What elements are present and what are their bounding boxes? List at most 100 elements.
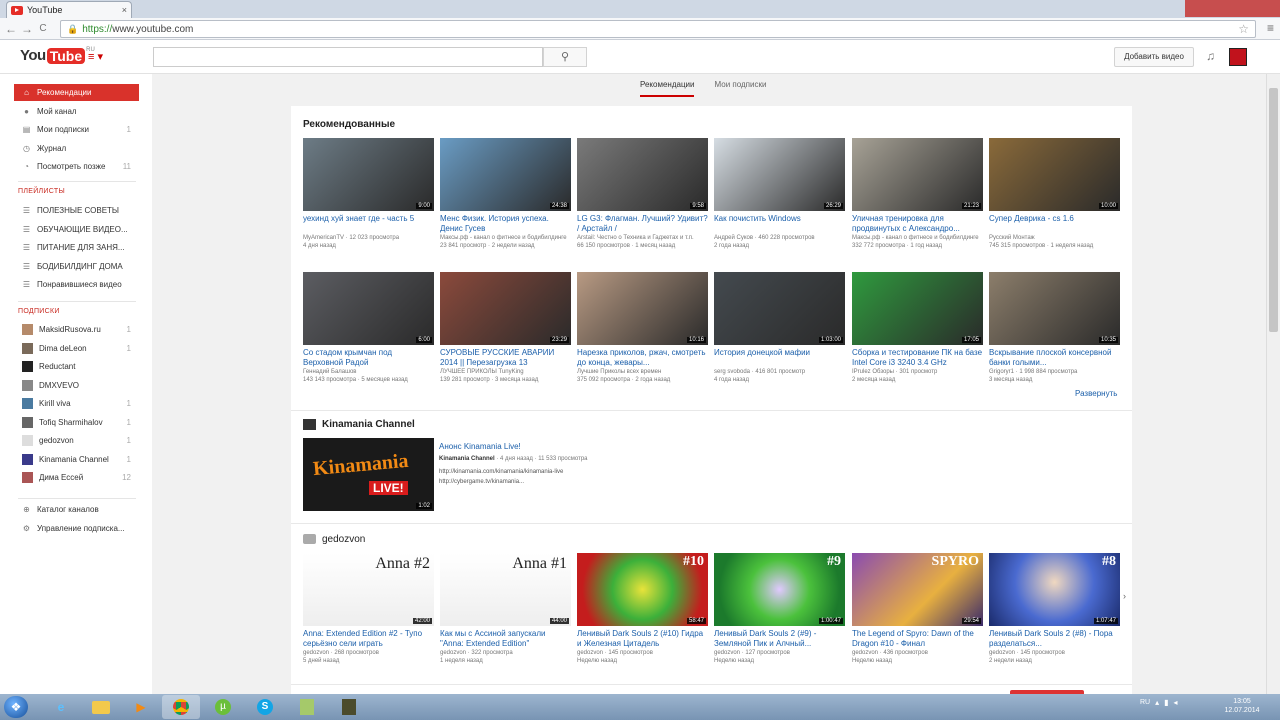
video-thumbnail[interactable]: Anna #1 44:00 xyxy=(440,553,571,626)
video-channel[interactable]: Андрей Суков · 460 228 просмотров xyxy=(714,234,845,242)
system-clock[interactable]: 13:05 12.07.2014 xyxy=(1222,697,1262,715)
playlist-item[interactable]: ☰ Понравившиеся видео xyxy=(14,276,139,293)
kinamania-shelf-title[interactable]: Kinamania Channel xyxy=(322,419,415,430)
skype-icon[interactable]: S xyxy=(246,695,284,719)
video-channel[interactable]: Arstail: Честно о Техника и Гаджетах и т… xyxy=(577,234,708,242)
tab-subscriptions[interactable]: Мои подписки xyxy=(714,80,766,97)
kinamania-thumbnail[interactable]: Kinamania LIVE! 1:02 xyxy=(303,438,434,511)
video-thumbnail[interactable]: SPYRO 29:54 xyxy=(852,553,983,626)
user-avatar[interactable] xyxy=(1229,48,1247,66)
guide-item[interactable]: ◔ Посмотреть позже 11 xyxy=(14,158,139,175)
subscription-item[interactable]: gedozvon 1 xyxy=(14,432,139,449)
video-title[interactable]: Сборка и тестирование ПК на базе Intel C… xyxy=(852,348,983,367)
video-title[interactable]: The Legend of Spyro: Dawn of the Dragon … xyxy=(852,629,983,648)
guide-bottom-item[interactable]: ⊕ Каталог каналов xyxy=(14,501,139,518)
subscription-item[interactable]: MaksidRusova.ru 1 xyxy=(14,321,139,338)
video-title[interactable]: LG G3: Флагман. Лучший? Удивит? / Арстай… xyxy=(577,214,708,233)
video-title[interactable]: Супер Деврика - cs 1.6 xyxy=(989,214,1120,233)
volume-icon[interactable]: ◂ xyxy=(1174,698,1178,707)
search-input[interactable] xyxy=(153,47,543,67)
video-channel[interactable]: Максы.рф - канал о фитнесе и бодибилдинг… xyxy=(852,234,983,242)
browser-menu-icon[interactable]: ≡ xyxy=(1267,21,1274,35)
video-thumbnail[interactable]: #10 58:47 xyxy=(577,553,708,626)
guide-item[interactable]: ◷ Журнал xyxy=(14,140,139,157)
back-icon[interactable]: ← xyxy=(3,22,19,36)
page-scrollbar[interactable] xyxy=(1266,74,1280,694)
playlist-item[interactable]: ☰ ОБУЧАЮЩИЕ ВИДЕО... xyxy=(14,221,139,238)
address-bar[interactable]: 🔒 https://www.youtube.com ☆ xyxy=(60,20,1256,38)
playlist-item[interactable]: ☰ ПИТАНИЕ ДЛЯ ЗАНЯ... xyxy=(14,239,139,256)
video-title[interactable]: Уличная тренировка для продвинутых с Але… xyxy=(852,214,983,233)
notes-icon[interactable] xyxy=(288,695,326,719)
video-thumbnail[interactable]: 23:29 xyxy=(440,272,571,345)
video-thumbnail[interactable]: Anna #2 42:00 xyxy=(303,553,434,626)
tray-arrow-icon[interactable]: ▴ xyxy=(1155,698,1159,707)
video-title[interactable]: Как мы с Ассиной запускали "Anna: Extend… xyxy=(440,629,571,648)
video-channel[interactable]: gedozvon · 145 просмотров xyxy=(577,649,708,657)
video-title[interactable]: Ленивый Dark Souls 2 (#8) - Пора раздела… xyxy=(989,629,1120,648)
video-channel[interactable]: Лучшие Приколы всех времен xyxy=(577,368,708,376)
kinamania-video-title[interactable]: Анонс Kinamania Live! xyxy=(439,442,521,451)
video-channel[interactable]: ЛУЧШЕЕ ПРИКОЛЫ TunyKing xyxy=(440,368,571,376)
browser-tab[interactable]: YouTube × xyxy=(6,1,132,18)
start-button[interactable]: ❖ xyxy=(4,696,28,718)
video-channel[interactable]: Максы.рф - канал о фитнесе и бодибилдинг… xyxy=(440,234,571,242)
video-title[interactable]: СУРОВЫЕ РУССКИЕ АВАРИИ 2014 || Перезагру… xyxy=(440,348,571,367)
language-indicator[interactable]: RU xyxy=(1140,699,1150,706)
video-thumbnail[interactable]: 1:03:00 xyxy=(714,272,845,345)
video-thumbnail[interactable]: 10:00 xyxy=(989,138,1120,211)
video-thumbnail[interactable]: #8 1:07:47 xyxy=(989,553,1120,626)
guide-item[interactable]: ▤ Мои подписки 1 xyxy=(14,121,139,138)
subscription-item[interactable]: Дима Ессей 12 xyxy=(14,469,139,486)
video-channel[interactable]: MyAmericanTV · 12 023 просмотра xyxy=(303,234,434,242)
chrome-icon[interactable] xyxy=(162,695,200,719)
video-title[interactable]: История донецкой мафии xyxy=(714,348,845,367)
scrollbar-thumb[interactable] xyxy=(1269,88,1278,332)
video-channel[interactable]: gedozvon · 322 просмотра xyxy=(440,649,571,657)
subscription-item[interactable]: Kirill viva 1 xyxy=(14,395,139,412)
video-title[interactable]: Ленивый Dark Souls 2 (#9) - Земляной Пик… xyxy=(714,629,845,648)
playlist-item[interactable]: ☰ БОДИБИЛДИНГ ДОМА xyxy=(14,258,139,275)
reload-icon[interactable]: C xyxy=(35,23,51,34)
subscription-item[interactable]: Dima deLeon 1 xyxy=(14,340,139,357)
subscription-item[interactable]: DMXVEVO xyxy=(14,377,139,394)
video-channel[interactable]: IPrulez Обзоры · 301 просмотр xyxy=(852,368,983,376)
guide-menu-icon[interactable]: ≡ ▾ xyxy=(88,50,103,63)
window-controls[interactable] xyxy=(1185,0,1280,17)
video-thumbnail[interactable]: 10:16 xyxy=(577,272,708,345)
video-channel[interactable]: Геннадий Балашов xyxy=(303,368,434,376)
video-thumbnail[interactable]: 21:23 xyxy=(852,138,983,211)
game-icon[interactable] xyxy=(330,695,368,719)
video-channel[interactable]: gedozvon · 145 просмотров xyxy=(989,649,1120,657)
subscription-item[interactable]: Reductant xyxy=(14,358,139,375)
bookmark-star-icon[interactable]: ☆ xyxy=(1238,22,1249,36)
network-icon[interactable]: ▮ xyxy=(1164,698,1168,707)
subscription-item[interactable]: Tofiq Sharmihalov 1 xyxy=(14,414,139,431)
youtube-logo[interactable]: You Tube RU xyxy=(20,47,95,64)
video-title[interactable]: Менс Физик. История успеха. Денис Гусев xyxy=(440,214,571,233)
video-channel[interactable]: serg svoboda · 416 801 просмотр xyxy=(714,368,845,376)
media-player-icon[interactable]: ▶ xyxy=(122,695,160,719)
video-title[interactable]: Как почистить Windows xyxy=(714,214,845,233)
video-channel[interactable]: Grigoryr1 · 1 998 884 просмотра xyxy=(989,368,1120,376)
search-button[interactable]: ⚲ xyxy=(543,47,587,67)
tab-recommendations[interactable]: Рекомендации xyxy=(640,80,695,97)
video-channel[interactable]: gedozvon · 436 просмотров xyxy=(852,649,983,657)
notifications-bell-icon[interactable]: ♫ xyxy=(1206,49,1215,63)
video-thumbnail[interactable]: 26:29 xyxy=(714,138,845,211)
explorer-icon[interactable] xyxy=(82,695,120,719)
guide-item[interactable]: ● Мой канал xyxy=(14,103,139,120)
video-thumbnail[interactable]: 9:58 xyxy=(577,138,708,211)
playlist-item[interactable]: ☰ ПОЛЕЗНЫЕ СОВЕТЫ xyxy=(14,202,139,219)
video-thumbnail[interactable]: 17:05 xyxy=(852,272,983,345)
forward-icon[interactable]: → xyxy=(19,22,35,36)
gedozvon-shelf-title[interactable]: gedozvon xyxy=(322,534,365,545)
video-title[interactable]: Со стадом крымчан под Верховной Радой xyxy=(303,348,434,367)
video-thumbnail[interactable]: 9:00 xyxy=(303,138,434,211)
utorrent-icon[interactable]: µ xyxy=(204,695,242,719)
guide-item[interactable]: ⌂ Рекомендации xyxy=(14,84,139,101)
kinamania-channel-avatar[interactable] xyxy=(303,419,316,430)
video-thumbnail[interactable]: 10:35 xyxy=(989,272,1120,345)
video-channel[interactable]: Русский Монтаж xyxy=(989,234,1120,242)
video-channel[interactable]: gedozvon · 127 просмотров xyxy=(714,649,845,657)
